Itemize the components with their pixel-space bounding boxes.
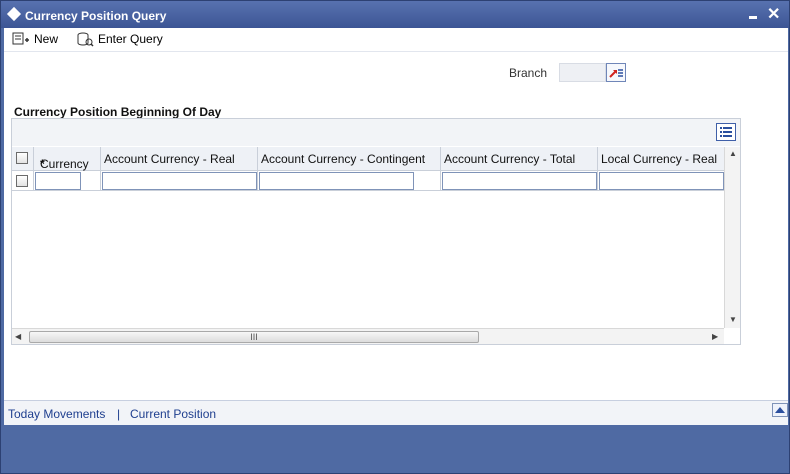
currency-cell: [34, 171, 101, 190]
account-contingent-header-label: Account Currency - Contingent: [261, 152, 426, 166]
column-header-account-currency-contingent[interactable]: Account Currency - Contingent: [258, 147, 441, 170]
currency-header-label: Currency: [40, 157, 89, 171]
select-all-cell: [12, 147, 34, 170]
account-contingent-input[interactable]: [259, 172, 414, 190]
branch-lov-button[interactable]: [606, 63, 626, 82]
scroll-left-icon[interactable]: ◀: [15, 332, 21, 341]
minimize-icon[interactable]: [749, 16, 757, 19]
branch-input[interactable]: [559, 63, 606, 82]
branch-label: Branch: [509, 66, 548, 80]
title-bar[interactable]: Currency Position Query ✕: [1, 1, 789, 28]
local-real-cell: [598, 171, 724, 190]
chevron-up-icon: [775, 407, 785, 413]
new-icon: [12, 32, 29, 45]
grid-toolbar: [12, 119, 740, 146]
account-total-input[interactable]: [442, 172, 597, 190]
select-all-checkbox[interactable]: [16, 152, 28, 164]
required-marker: *: [40, 157, 45, 171]
window-diamond-icon: [6, 6, 22, 22]
currency-input[interactable]: [35, 172, 81, 190]
horizontal-scroll-thumb[interactable]: III: [29, 331, 479, 343]
enter-query-button[interactable]: Enter Query: [76, 31, 163, 47]
local-real-header-label: Local Currency - Real: [601, 152, 718, 166]
account-real-header-label: Account Currency - Real: [104, 152, 235, 166]
column-header-account-currency-real[interactable]: Account Currency - Real: [101, 147, 258, 170]
grid-header: Currency * Account Currency - Real Accou…: [12, 147, 724, 171]
vertical-scrollbar[interactable]: ▲ ▼: [724, 147, 740, 328]
account-real-cell: [101, 171, 258, 190]
row-select-cell: [12, 171, 34, 190]
account-real-input[interactable]: [102, 172, 257, 190]
new-label: New: [34, 32, 59, 46]
footer-separator: |: [117, 407, 121, 421]
single-view-icon[interactable]: [716, 123, 736, 141]
query-icon: [77, 32, 94, 47]
column-header-local-currency-real[interactable]: Local Currency - Real: [598, 147, 724, 170]
today-movements-link[interactable]: Today Movements: [8, 407, 105, 421]
account-total-header-label: Account Currency - Total: [444, 152, 576, 166]
toolbar: New Enter Query: [4, 28, 788, 52]
scroll-up-icon[interactable]: ▲: [729, 149, 737, 158]
scroll-right-icon[interactable]: ▶: [712, 332, 718, 341]
section-title: Currency Position Beginning Of Day: [14, 105, 222, 119]
local-real-input[interactable]: [599, 172, 724, 190]
close-icon[interactable]: ✕: [767, 4, 780, 24]
column-header-account-currency-total[interactable]: Account Currency - Total: [441, 147, 598, 170]
new-button[interactable]: New: [12, 31, 58, 47]
collapse-up-button[interactable]: [772, 403, 788, 417]
currency-position-query-window: Currency Position Query ✕ New Enter Quer…: [0, 0, 790, 474]
account-total-cell: [441, 171, 598, 190]
lov-icon: [609, 69, 623, 78]
table-row: [12, 171, 724, 191]
row-checkbox[interactable]: [16, 175, 28, 187]
current-position-link[interactable]: Current Position: [130, 407, 216, 421]
footer-bar: Today Movements | Current Position: [4, 400, 788, 425]
horizontal-scrollbar[interactable]: ◀ III ▶: [12, 328, 724, 344]
scroll-down-icon[interactable]: ▼: [729, 315, 737, 324]
currency-position-grid: Currency * Account Currency - Real Accou…: [11, 118, 741, 345]
enter-query-label: Enter Query: [98, 32, 163, 46]
main-content: New Enter Query Branch Currency Position…: [4, 28, 788, 400]
window-title: Currency Position Query: [25, 9, 167, 23]
account-contingent-cell: [258, 171, 441, 190]
column-header-currency[interactable]: Currency *: [34, 147, 101, 171]
